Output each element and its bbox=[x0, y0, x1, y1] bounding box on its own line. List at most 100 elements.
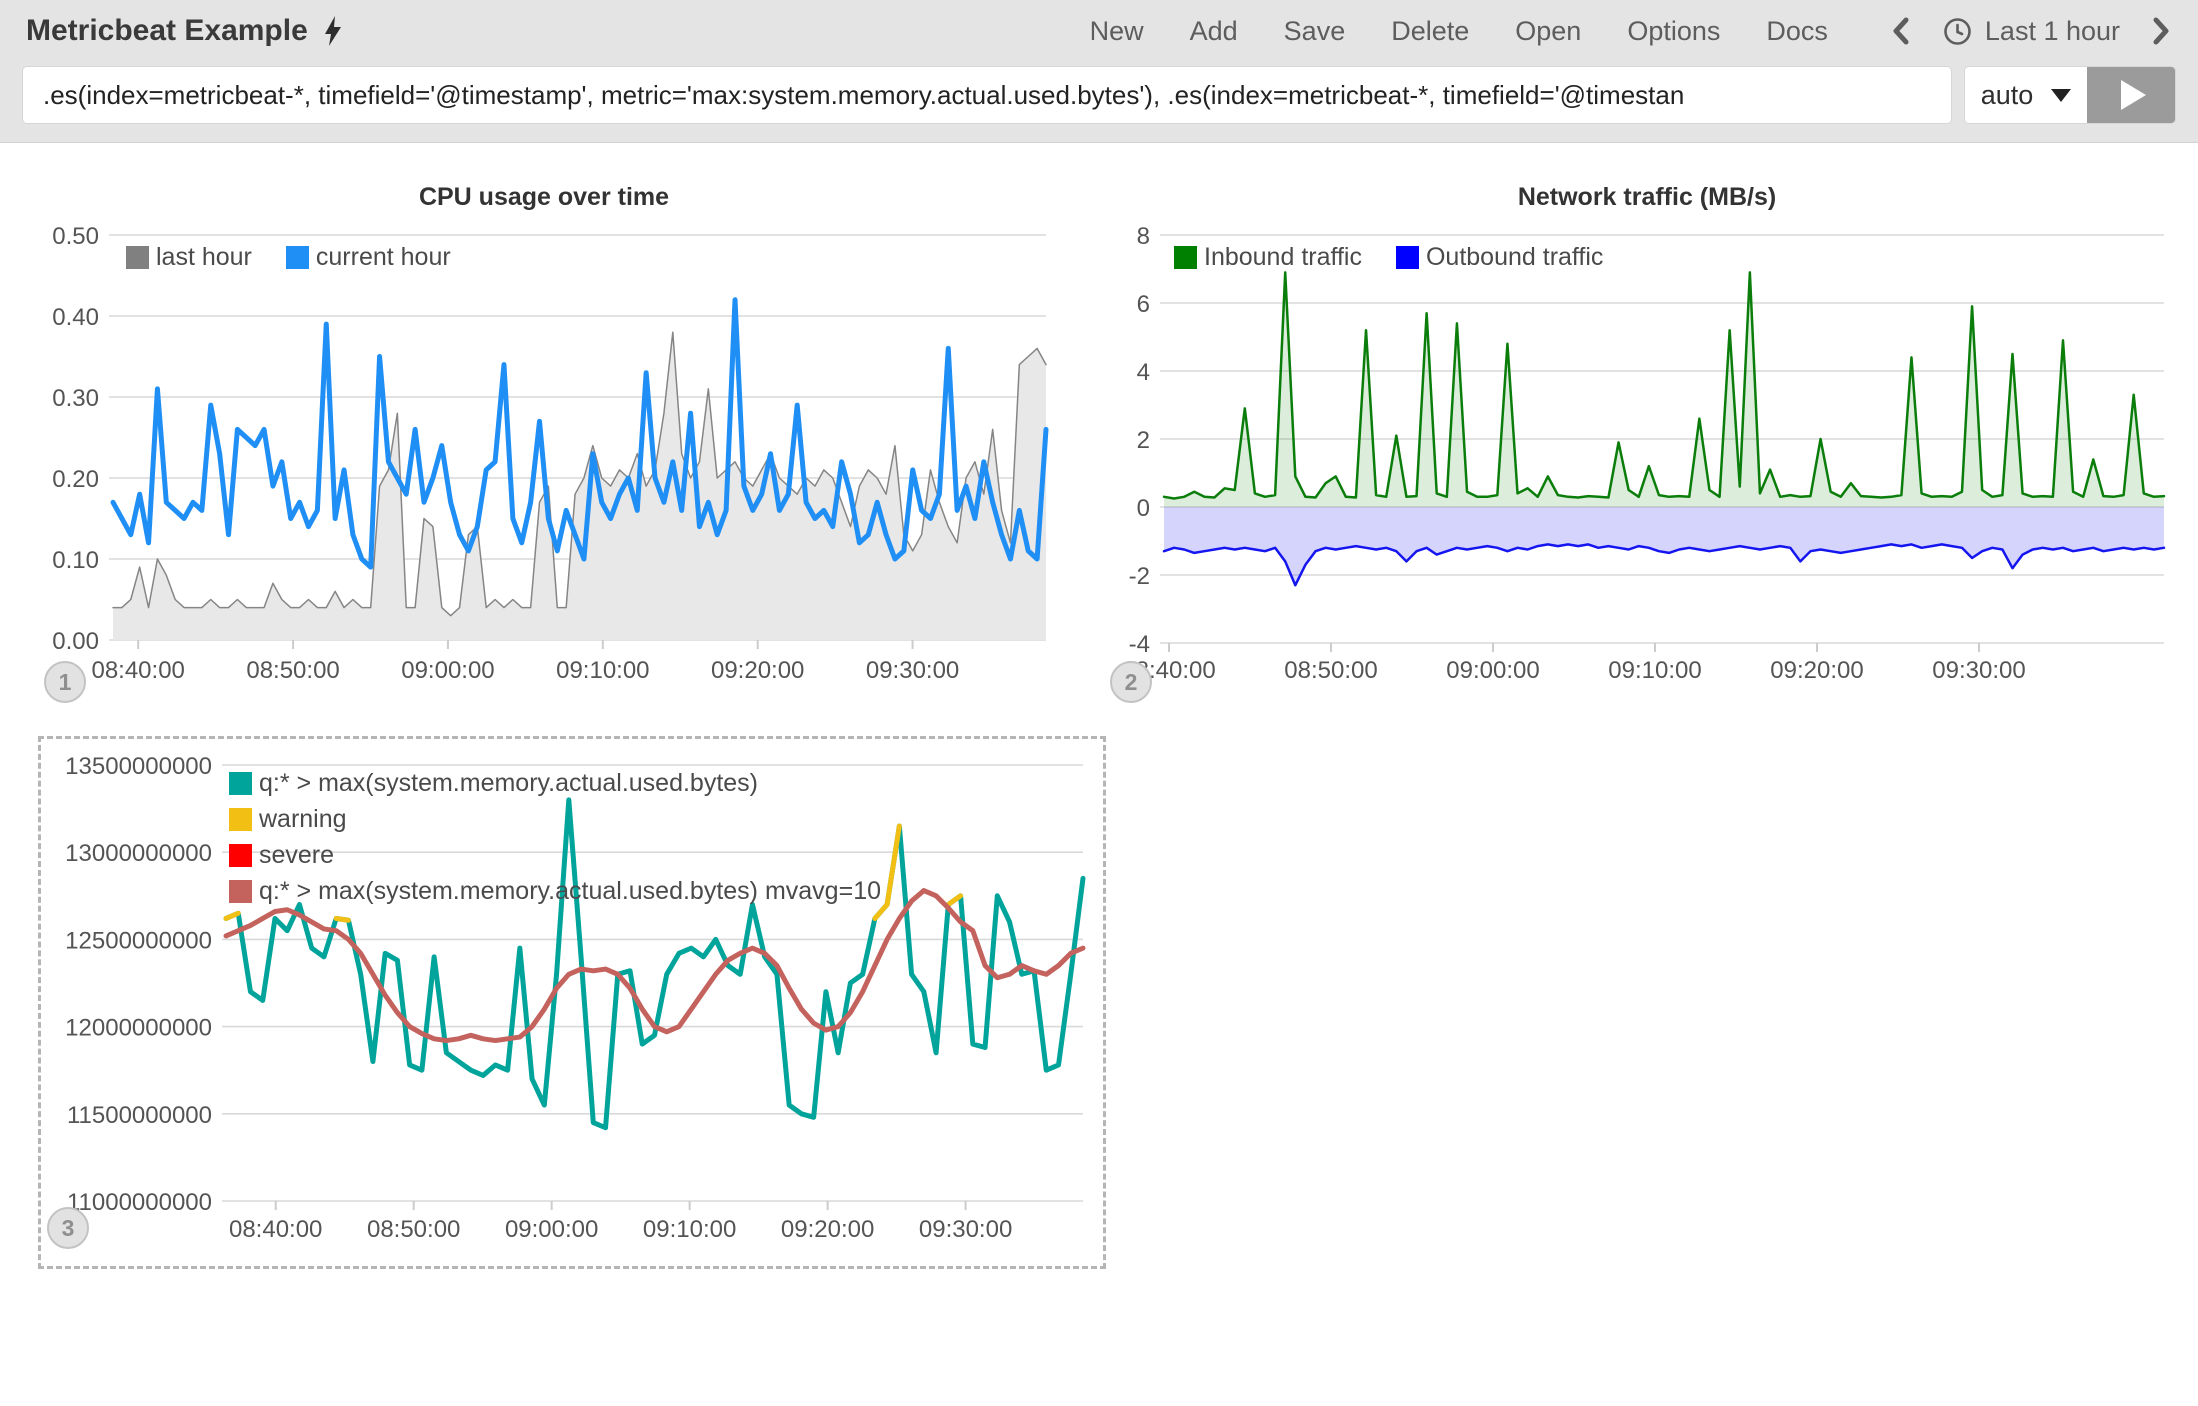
x-axis-label: 09:30:00 bbox=[866, 657, 959, 684]
legend-label: Outbound traffic bbox=[1426, 243, 1603, 272]
interval-value: auto bbox=[1981, 80, 2034, 111]
chevron-left-icon bbox=[1890, 15, 1912, 47]
memory-chart-legend: q:* > max(system.memory.actual.used.byte… bbox=[229, 769, 881, 906]
y-axis-label: 0.00 bbox=[52, 628, 99, 655]
chevron-right-icon bbox=[2150, 15, 2172, 47]
legend-label: q:* > max(system.memory.actual.used.byte… bbox=[259, 769, 758, 798]
menu-delete-button[interactable]: Delete bbox=[1391, 16, 1469, 47]
x-axis-label: 08:50:00 bbox=[367, 1216, 460, 1243]
legend-label: severe bbox=[259, 841, 334, 870]
legend-swatch bbox=[229, 844, 252, 867]
y-axis-label: 0.40 bbox=[52, 304, 99, 331]
y-axis-label: -4 bbox=[1129, 631, 1150, 658]
y-axis-label: -2 bbox=[1129, 563, 1150, 590]
y-axis-label: 11000000000 bbox=[67, 1189, 212, 1216]
legend-label: q:* > max(system.memory.actual.used.byte… bbox=[259, 877, 881, 906]
panel-number-badge: 3 bbox=[47, 1207, 89, 1249]
legend-label: Inbound traffic bbox=[1204, 243, 1362, 272]
time-range-label: Last 1 hour bbox=[1985, 16, 2120, 47]
legend-item: q:* > max(system.memory.actual.used.byte… bbox=[229, 877, 881, 906]
x-axis-label: 08:40:00 bbox=[229, 1216, 322, 1243]
legend-item: warning bbox=[229, 805, 881, 834]
y-axis-label: 0.10 bbox=[52, 547, 99, 574]
top-navbar: Metricbeat Example New Add Save Delete O… bbox=[0, 0, 2198, 62]
chart-panel-network[interactable]: Network traffic (MB/s) 86420-2-408:40:00… bbox=[1124, 147, 2170, 719]
legend-item: severe bbox=[229, 841, 881, 870]
x-axis-label: 08:50:00 bbox=[246, 657, 339, 684]
dashboard-content: CPU usage over time 0.500.400.300.200.10… bbox=[0, 143, 2198, 1406]
y-axis-label: 11500000000 bbox=[67, 1102, 212, 1129]
series-q-max-system-memory-actual-used-bytes-mvavg-10 bbox=[226, 891, 1083, 1041]
y-axis-label: 0.30 bbox=[52, 385, 99, 412]
y-axis-label: 4 bbox=[1137, 359, 1150, 386]
menu-options-button[interactable]: Options bbox=[1627, 16, 1720, 47]
x-axis-label: 08:40:00 bbox=[91, 657, 184, 684]
x-axis-label: 09:10:00 bbox=[1608, 657, 1701, 684]
y-axis-label: 0.50 bbox=[52, 223, 99, 250]
app-title-text: Metricbeat Example bbox=[26, 14, 308, 48]
time-step-back-button[interactable] bbox=[1890, 15, 1912, 47]
panel-number-badge: 2 bbox=[1110, 661, 1152, 703]
network-chart-legend: Inbound traffic Outbound traffic bbox=[1174, 243, 1603, 272]
legend-swatch bbox=[229, 880, 252, 903]
menu-save-button[interactable]: Save bbox=[1284, 16, 1346, 47]
x-axis-label: 08:50:00 bbox=[1284, 657, 1377, 684]
menu-new-button[interactable]: New bbox=[1090, 16, 1144, 47]
legend-label: last hour bbox=[156, 243, 252, 272]
legend-swatch bbox=[229, 808, 252, 831]
x-axis-label: 09:30:00 bbox=[1932, 657, 2025, 684]
x-axis-label: 09:10:00 bbox=[556, 657, 649, 684]
legend-swatch bbox=[126, 246, 149, 269]
legend-item: current hour bbox=[286, 243, 451, 272]
menu-open-button[interactable]: Open bbox=[1515, 16, 1581, 47]
app-title: Metricbeat Example bbox=[26, 14, 344, 48]
legend-swatch bbox=[229, 772, 252, 795]
cpu-chart-plot[interactable]: 0.50 0.40 0.30 0.20 0.10 0.0008:40:00 08:50:00… bbox=[28, 147, 1060, 719]
y-axis-label: 0 bbox=[1137, 495, 1150, 522]
x-axis-label: 09:30:00 bbox=[919, 1216, 1012, 1243]
x-axis-label: 09:20:00 bbox=[1770, 657, 1863, 684]
legend-label: current hour bbox=[316, 243, 451, 272]
top-menu: New Add Save Delete Open Options Docs La… bbox=[1090, 15, 2172, 47]
chart-panel-memory-selected[interactable]: 13500000000 13000000000 12500000000 1200000… bbox=[38, 736, 1106, 1269]
interval-group: auto bbox=[1964, 66, 2176, 124]
y-axis-label: 2 bbox=[1137, 427, 1150, 454]
clock-icon bbox=[1942, 16, 1973, 47]
y-axis-label: 12500000000 bbox=[65, 927, 212, 954]
x-axis-label: 09:10:00 bbox=[643, 1216, 736, 1243]
menu-add-button[interactable]: Add bbox=[1190, 16, 1238, 47]
time-step-forward-button[interactable] bbox=[2150, 15, 2172, 47]
x-axis-label: 09:20:00 bbox=[711, 657, 804, 684]
time-range-button[interactable]: Last 1 hour bbox=[1942, 16, 2120, 47]
y-axis-label: 0.20 bbox=[52, 466, 99, 493]
y-axis-label: 8 bbox=[1137, 223, 1150, 250]
y-axis-label: 13500000000 bbox=[65, 753, 212, 780]
chart-panel-cpu[interactable]: CPU usage over time 0.500.400.300.200.10… bbox=[28, 147, 1060, 719]
time-picker: Last 1 hour bbox=[1890, 15, 2172, 47]
query-bar: auto bbox=[0, 62, 2198, 143]
legend-item: Outbound traffic bbox=[1396, 243, 1603, 272]
series-area-fill bbox=[1164, 507, 2164, 585]
menu-docs-button[interactable]: Docs bbox=[1766, 16, 1828, 47]
x-axis-label: 09:20:00 bbox=[781, 1216, 874, 1243]
y-axis-label: 12000000000 bbox=[65, 1015, 212, 1042]
legend-item: q:* > max(system.memory.actual.used.byte… bbox=[229, 769, 881, 798]
timelion-bolt-icon bbox=[322, 15, 344, 47]
timelion-expression-input[interactable] bbox=[22, 66, 1952, 124]
interval-select[interactable]: auto bbox=[1965, 67, 2087, 123]
caret-down-icon bbox=[2051, 89, 2071, 102]
legend-swatch bbox=[1174, 246, 1197, 269]
legend-item: last hour bbox=[126, 243, 252, 272]
y-axis-label: 13000000000 bbox=[65, 840, 212, 867]
legend-swatch bbox=[286, 246, 309, 269]
panel-number-badge: 1 bbox=[44, 661, 86, 703]
run-query-button[interactable] bbox=[2087, 67, 2175, 123]
play-icon bbox=[2121, 80, 2146, 110]
y-axis-label: 6 bbox=[1137, 291, 1150, 318]
x-axis-label: 09:00:00 bbox=[401, 657, 494, 684]
network-chart-plot[interactable]: 86420-2-408:40:0008:50:0009:00:0009:10:0… bbox=[1124, 147, 2170, 719]
cpu-chart-legend: last hour current hour bbox=[126, 243, 451, 272]
x-axis-label: 09:00:00 bbox=[1446, 657, 1539, 684]
legend-swatch bbox=[1396, 246, 1419, 269]
legend-label: warning bbox=[259, 805, 347, 834]
